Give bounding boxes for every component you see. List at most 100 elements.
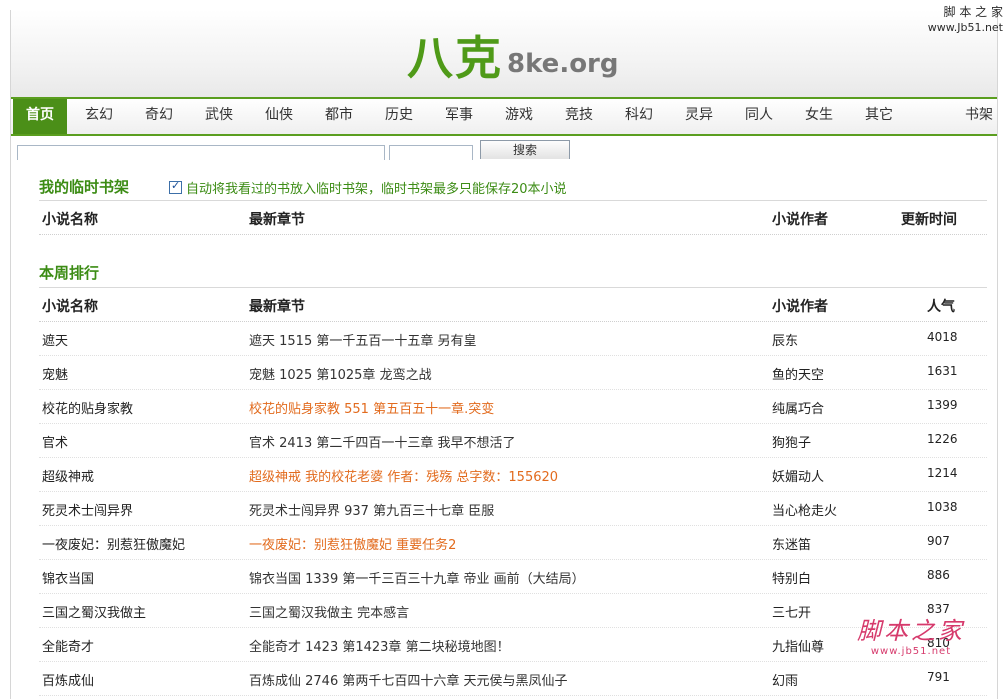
table-row: 校花的贴身家教 校花的贴身家教 551 第五百五十一章.突变 纯属巧合 1399 (39, 389, 987, 424)
book-name-link[interactable]: 宠魅 (42, 364, 68, 383)
book-name-link[interactable]: 百炼成仙 (42, 670, 94, 689)
nav-item[interactable]: 灵异 (674, 99, 724, 134)
weekly-title: 本周排行 (39, 264, 100, 282)
table-row: 全能奇才 全能奇才 1423 第1423章 第二块秘境地图！ 九指仙尊 810 (39, 627, 987, 662)
col-chapter: 最新章节 (249, 212, 305, 228)
nav-item[interactable]: 历史 (374, 99, 424, 134)
nav-item[interactable]: 首页 (13, 99, 67, 134)
chapter-link[interactable]: 宠魅 1025 第1025章 龙鸾之战 (249, 364, 432, 383)
col-chapter: 最新章节 (249, 299, 305, 315)
nav-bookshelf[interactable]: 书架 (959, 99, 997, 134)
author-name: 幻雨 (772, 674, 799, 689)
col-popularity: 人气 (927, 299, 955, 315)
author-name: 九指仙尊 (772, 640, 825, 655)
auto-save-label: 自动将我看过的书放入临时书架，临时书架最多只能保存20本小说 (186, 182, 567, 197)
chapter-link[interactable]: 锦衣当国 1339 第一千三百三十九章 帝业 画前（大结局） (249, 568, 585, 587)
nav-item[interactable]: 游戏 (494, 99, 544, 134)
nav-item[interactable]: 奇幻 (134, 99, 184, 134)
book-name-link[interactable]: 三国之蜀汉我做主 (42, 602, 146, 621)
auto-save-option[interactable]: 自动将我看过的书放入临时书架，临时书架最多只能保存20本小说 (169, 178, 567, 197)
book-name-link[interactable]: 超级神戒 (42, 466, 94, 485)
logo-cn: 八克 (407, 31, 503, 85)
author-name: 东迷笛 (772, 538, 812, 553)
popularity-count: 1226 (927, 432, 958, 446)
chapter-link[interactable]: 百炼成仙 2746 第两千七百四十六章 天元侯与黑凤仙子 (249, 670, 567, 689)
watermark-bottom-title: 脚本之家 (857, 617, 965, 645)
table-row: 死灵术士闯异界 死灵术士闯异界 937 第九百三十七章 臣服 当心枪走火 1038 (39, 491, 987, 526)
book-name-link[interactable]: 全能奇才 (42, 636, 94, 655)
table-row: 三国之蜀汉我做主 三国之蜀汉我做主 完本感言 三七开 837 (39, 593, 987, 628)
search-bar: 搜索 (11, 134, 997, 160)
nav-item[interactable]: 玄幻 (74, 99, 124, 134)
chapter-link[interactable]: 超级神戒 我的校花老婆 作者：残殇 总字数：155620 (249, 466, 558, 485)
site-header: 八克 8ke.org (11, 10, 997, 98)
watermark-bottom: 脚本之家 www.jb51.net (857, 611, 965, 657)
popularity-count: 1214 (927, 466, 958, 480)
weekly-table-header: 小说名称 最新章节 小说作者 人气 (39, 287, 987, 322)
nav-item[interactable]: 武侠 (194, 99, 244, 134)
author-name: 三七开 (772, 606, 812, 621)
search-type-select[interactable] (389, 145, 473, 160)
site-logo[interactable]: 八克 8ke.org (407, 30, 619, 86)
main-nav: 首页 玄幻 奇幻 武侠 仙侠 都市 历史 军事 游戏 竞技 科幻 灵异 同人 女生 其它 书架 (11, 97, 997, 135)
popularity-count: 791 (927, 670, 950, 684)
watermark-top-title: 脚 本 之 家 (943, 5, 1003, 19)
chapter-link[interactable]: 一夜废妃：别惹狂傲魔妃 重要任务2 (249, 534, 456, 553)
col-name: 小说名称 (42, 299, 98, 315)
nav-item[interactable]: 军事 (434, 99, 484, 134)
book-name-link[interactable]: 锦衣当国 (42, 568, 94, 587)
nav-item[interactable]: 同人 (734, 99, 784, 134)
watermark-bottom-url: www.jb51.net (870, 646, 952, 657)
book-name-link[interactable]: 校花的贴身家教 (42, 398, 133, 417)
table-row: 宠魅 宠魅 1025 第1025章 龙鸾之战 鱼的天空 1631 (39, 355, 987, 390)
table-row: 锦衣当国 锦衣当国 1339 第一千三百三十九章 帝业 画前（大结局） 特别白 886 (39, 559, 987, 594)
popularity-count: 1399 (927, 398, 958, 412)
nav-item[interactable]: 其它 (854, 99, 904, 134)
book-name-link[interactable]: 一夜废妃：别惹狂傲魔妃 (42, 534, 185, 553)
popularity-count: 1038 (927, 500, 958, 514)
col-time: 更新时间 (901, 212, 957, 228)
watermark-top-url: www.Jb51.net (927, 21, 1003, 34)
page-frame: 八克 8ke.org 首页 玄幻 奇幻 武侠 仙侠 都市 历史 军事 游戏 竞技 科幻 灵异 同人 女生其… (10, 10, 998, 699)
table-row: 百炼成仙 百炼成仙 2746 第两千七百四十六章 天元侯与黑凤仙子 幻雨 791 (39, 661, 987, 696)
author-name: 当心枪走火 (772, 504, 838, 519)
popularity-count: 886 (927, 568, 950, 582)
shelf-title: 我的临时书架 (39, 178, 130, 196)
author-name: 狗狍子 (772, 436, 812, 451)
chapter-link[interactable]: 死灵术士闯异界 937 第九百三十七章 臣服 (249, 500, 494, 519)
author-name: 纯属巧合 (772, 402, 825, 417)
chapter-link[interactable]: 校花的贴身家教 551 第五百五十一章.突变 (249, 398, 494, 417)
watermark-top: 脚 本 之 家 www.Jb51.net (928, 4, 1003, 36)
popularity-count: 4018 (927, 330, 958, 344)
chapter-link[interactable]: 遮天 1515 第一千五百一十五章 另有皇 (249, 330, 476, 349)
nav-item[interactable]: 仙侠 (254, 99, 304, 134)
col-author: 小说作者 (772, 299, 828, 315)
author-name: 辰东 (772, 334, 799, 349)
search-button[interactable]: 搜索 (480, 140, 570, 159)
col-name: 小说名称 (42, 212, 98, 228)
nav-item[interactable]: 竞技 (554, 99, 604, 134)
col-author: 小说作者 (772, 212, 828, 228)
nav-item[interactable]: 科幻 (614, 99, 664, 134)
table-row: 一夜废妃：别惹狂傲魔妃 一夜废妃：别惹狂傲魔妃 重要任务2 东迷笛 907 (39, 525, 987, 560)
author-name: 特别白 (772, 572, 812, 587)
logo-en: 8ke.org (507, 49, 619, 79)
book-name-link[interactable]: 遮天 (42, 330, 68, 349)
search-input[interactable] (17, 145, 385, 160)
nav-item[interactable]: 女生 (794, 99, 844, 134)
popularity-count: 907 (927, 534, 950, 548)
book-name-link[interactable]: 官术 (42, 432, 68, 451)
shelf-table-header: 小说名称 最新章节 小说作者 更新时间 (39, 200, 987, 235)
chapter-link[interactable]: 官术 2413 第二千四百一十三章 我早不想活了 (249, 432, 515, 451)
book-name-link[interactable]: 死灵术士闯异界 (42, 500, 133, 519)
table-row: 遮天 遮天 1515 第一千五百一十五章 另有皇 辰东 4018 (39, 321, 987, 356)
chapter-link[interactable]: 全能奇才 1423 第1423章 第二块秘境地图！ (249, 636, 510, 655)
chapter-link[interactable]: 三国之蜀汉我做主 完本感言 (249, 602, 409, 621)
nav-item[interactable]: 都市 (314, 99, 364, 134)
auto-save-checkbox[interactable] (169, 179, 182, 194)
table-row: 官术 官术 2413 第二千四百一十三章 我早不想活了 狗狍子 1226 (39, 423, 987, 458)
author-name: 鱼的天空 (772, 368, 825, 383)
popularity-count: 1631 (927, 364, 958, 378)
table-row: 超级神戒 超级神戒 我的校花老婆 作者：残殇 总字数：155620 妖媚动人 1214 (39, 457, 987, 492)
author-name: 妖媚动人 (772, 470, 825, 485)
